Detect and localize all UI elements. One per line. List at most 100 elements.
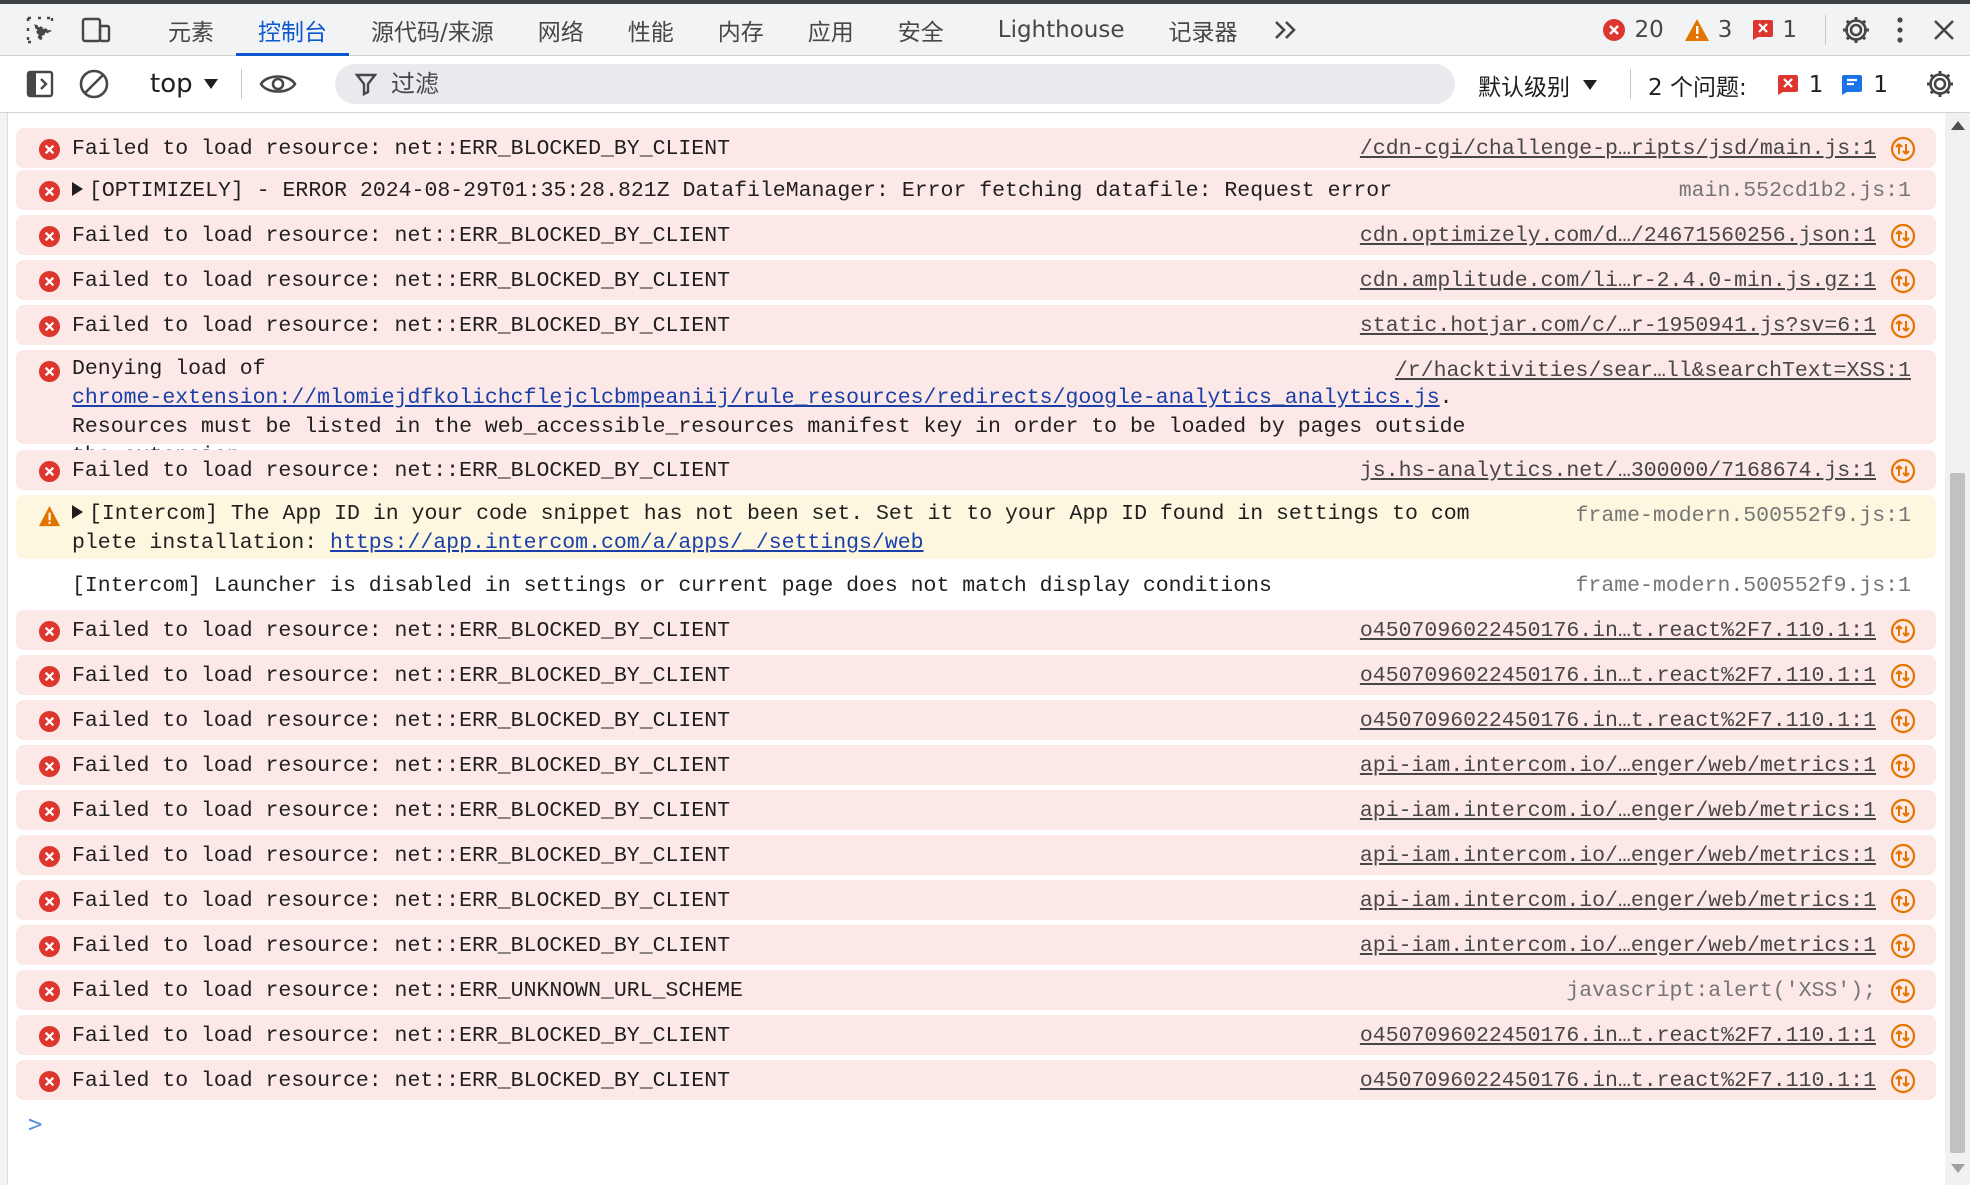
filter-box[interactable] — [335, 64, 1455, 104]
console-message[interactable]: [OPTIMIZELY] - ERROR 2024-08-29T01:35:28… — [16, 170, 1936, 210]
device-toolbar-icon[interactable] — [74, 8, 118, 52]
request-initiator-icon[interactable] — [1890, 708, 1916, 734]
console-message[interactable]: Failed to load resource: net::ERR_BLOCKE… — [16, 305, 1936, 345]
request-initiator-icon[interactable] — [1890, 618, 1916, 644]
message-source-link[interactable]: main.552cd1b2.js:1 — [1679, 177, 1911, 206]
dropdown-triangle-icon — [203, 79, 218, 89]
console-message[interactable]: [Intercom] Launcher is disabled in setti… — [16, 565, 1936, 605]
request-initiator-icon[interactable] — [1890, 843, 1916, 869]
tab-security[interactable]: 安全 — [876, 4, 966, 56]
clear-console-icon[interactable] — [72, 62, 116, 106]
console-messages[interactable]: Failed to load resource: net::ERR_BLOCKE… — [8, 113, 1945, 1185]
console-message[interactable]: Failed to load resource: net::ERR_UNKNOW… — [16, 970, 1936, 1010]
console-message[interactable]: Failed to load resource: net::ERR_BLOCKE… — [16, 835, 1936, 875]
message-source-link[interactable]: o4507096022450176.in…t.react%2F7.110.1:1 — [1360, 1022, 1876, 1051]
live-expression-eye-icon[interactable] — [256, 62, 300, 106]
console-message[interactable]: [Intercom] The App ID in your code snipp… — [16, 495, 1936, 559]
context-selector[interactable]: top — [136, 69, 233, 99]
message-source-link[interactable]: o4507096022450176.in…t.react%2F7.110.1:1 — [1360, 662, 1876, 691]
message-source-link[interactable]: o4507096022450176.in…t.react%2F7.110.1:1 — [1360, 617, 1876, 646]
console-prompt[interactable]: > — [28, 1110, 42, 1138]
message-source-link[interactable]: cdn.optimizely.com/d…/24671560256.json:1 — [1360, 222, 1876, 251]
console-message[interactable]: Failed to load resource: net::ERR_BLOCKE… — [16, 925, 1936, 965]
tab-network[interactable]: 网络 — [516, 4, 606, 56]
console-message[interactable]: Failed to load resource: net::ERR_BLOCKE… — [16, 1015, 1936, 1055]
sidebar-toggle-icon[interactable] — [18, 62, 62, 106]
tab-lighthouse[interactable]: Lighthouse — [976, 4, 1147, 56]
tab-memory[interactable]: 内存 — [696, 4, 786, 56]
message-source-link[interactable]: js.hs-analytics.net/…300000/7168674.js:1 — [1360, 457, 1876, 486]
expand-triangle-icon[interactable] — [72, 182, 83, 196]
console-message[interactable]: Denying load of chrome-extension://mlomi… — [16, 350, 1936, 468]
request-initiator-icon[interactable] — [1890, 798, 1916, 824]
message-link[interactable]: https://app.intercom.com/a/apps/_/settin… — [330, 531, 924, 555]
message-source-link[interactable]: cdn.amplitude.com/li…r-2.4.0-min.js.gz:1 — [1360, 267, 1876, 296]
message-source-link[interactable]: static.hotjar.com/c/…r-1950941.js?sv=6:1 — [1360, 312, 1876, 341]
log-level-dropdown[interactable]: 默认级别 — [1478, 56, 1598, 113]
message-source-link[interactable]: api-iam.intercom.io/…enger/web/metrics:1 — [1360, 932, 1876, 961]
request-initiator-icon[interactable] — [1890, 978, 1916, 1004]
request-initiator-icon[interactable] — [1890, 458, 1916, 484]
tab-elements[interactable]: 元素 — [146, 4, 236, 56]
tab-sources[interactable]: 源代码/来源 — [349, 4, 516, 56]
message-text-body: Failed to load resource: net::ERR_BLOCKE… — [72, 314, 731, 338]
issues-count[interactable]: 1 — [1752, 17, 1797, 43]
message-source-link[interactable]: javascript:alert('XSS'); — [1566, 977, 1876, 1006]
log-level-value: 默认级别 — [1478, 74, 1570, 101]
console-message[interactable]: Failed to load resource: net::ERR_BLOCKE… — [16, 700, 1936, 740]
tab-application[interactable]: 应用 — [786, 4, 876, 56]
message-source-link[interactable]: api-iam.intercom.io/…enger/web/metrics:1 — [1360, 887, 1876, 916]
console-message[interactable]: Failed to load resource: net::ERR_BLOCKE… — [16, 1060, 1936, 1100]
message-link[interactable]: chrome-extension://mlomiejdfkolichcflejc… — [72, 386, 1440, 410]
request-initiator-icon[interactable] — [1890, 268, 1916, 294]
filter-input[interactable] — [389, 69, 1293, 99]
message-source-link[interactable]: frame-modern.500552f9.js:1 — [1576, 502, 1911, 531]
message-source-link[interactable]: /cdn-cgi/challenge-p…ripts/jsd/main.js:1 — [1360, 135, 1876, 164]
message-source-link[interactable]: frame-modern.500552f9.js:1 — [1576, 572, 1911, 601]
request-initiator-icon[interactable] — [1890, 1023, 1916, 1049]
console-message[interactable]: Failed to load resource: net::ERR_BLOCKE… — [16, 128, 1936, 168]
message-source-link[interactable]: o4507096022450176.in…t.react%2F7.110.1:1 — [1360, 1067, 1876, 1096]
expand-triangle-icon[interactable] — [72, 505, 83, 519]
scroll-up-arrow-icon[interactable] — [1951, 121, 1965, 130]
console-message[interactable]: Failed to load resource: net::ERR_BLOCKE… — [16, 745, 1936, 785]
request-initiator-icon[interactable] — [1890, 888, 1916, 914]
error-icon — [38, 460, 61, 483]
scrollbar-thumb[interactable] — [1950, 473, 1965, 1153]
inspect-element-icon[interactable] — [18, 8, 62, 52]
settings-gear-icon[interactable] — [1834, 8, 1878, 52]
message-source-link[interactable]: api-iam.intercom.io/…enger/web/metrics:1 — [1360, 797, 1876, 826]
request-initiator-icon[interactable] — [1890, 136, 1916, 162]
more-tabs-chevron-icon[interactable] — [1264, 8, 1308, 52]
console-message[interactable]: Failed to load resource: net::ERR_BLOCKE… — [16, 610, 1936, 650]
message-source-link[interactable]: api-iam.intercom.io/…enger/web/metrics:1 — [1360, 752, 1876, 781]
request-initiator-icon[interactable] — [1890, 223, 1916, 249]
scroll-down-arrow-icon[interactable] — [1951, 1164, 1965, 1173]
vertical-scrollbar[interactable] — [1945, 113, 1970, 1185]
console-settings-gear-icon[interactable] — [1918, 62, 1962, 106]
console-message[interactable]: Failed to load resource: net::ERR_BLOCKE… — [16, 450, 1936, 490]
console-message[interactable]: Failed to load resource: net::ERR_BLOCKE… — [16, 215, 1936, 255]
message-source-link[interactable]: o4507096022450176.in…t.react%2F7.110.1:1 — [1360, 707, 1876, 736]
message-source-link[interactable]: api-iam.intercom.io/…enger/web/metrics:1 — [1360, 842, 1876, 871]
request-initiator-icon[interactable] — [1890, 313, 1916, 339]
tab-console[interactable]: 控制台 — [236, 4, 349, 56]
more-options-kebab-icon[interactable] — [1878, 8, 1922, 52]
console-message[interactable]: Failed to load resource: net::ERR_BLOCKE… — [16, 790, 1936, 830]
message-source-link[interactable]: /r/hacktivities/sear…ll&searchText=XSS:1 — [1395, 357, 1911, 386]
message-text-body: Failed to load resource: net::ERR_BLOCKE… — [72, 269, 731, 293]
tab-recorder[interactable]: 记录器 — [1147, 4, 1260, 56]
request-initiator-icon[interactable] — [1890, 753, 1916, 779]
close-devtools-icon[interactable] — [1922, 8, 1966, 52]
console-message[interactable]: Failed to load resource: net::ERR_BLOCKE… — [16, 880, 1936, 920]
error-count[interactable]: 20 — [1602, 17, 1664, 43]
tab-performance[interactable]: 性能 — [606, 4, 696, 56]
issues-button[interactable]: 2 个问题: 1 1 — [1648, 56, 1888, 113]
warning-count[interactable]: 3 — [1684, 17, 1732, 43]
request-initiator-icon[interactable] — [1890, 933, 1916, 959]
console-message[interactable]: Failed to load resource: net::ERR_BLOCKE… — [16, 260, 1936, 300]
request-initiator-icon[interactable] — [1890, 663, 1916, 689]
console-message[interactable]: Failed to load resource: net::ERR_BLOCKE… — [16, 655, 1936, 695]
filter-funnel-icon — [355, 73, 377, 96]
request-initiator-icon[interactable] — [1890, 1068, 1916, 1094]
